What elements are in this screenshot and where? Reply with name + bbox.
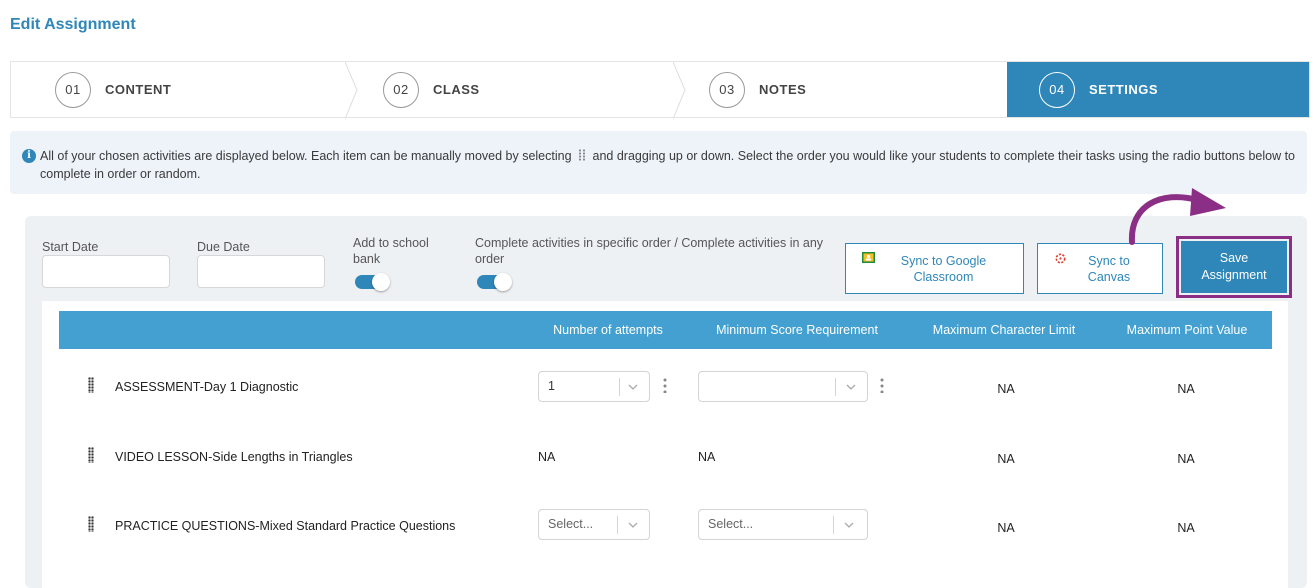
max-char-value: NA	[997, 452, 1015, 466]
attempts-placeholder: Select...	[548, 517, 594, 531]
toggle-knob	[372, 273, 390, 291]
min-score-value: NA	[698, 450, 716, 464]
step-notes[interactable]: 03 NOTES	[681, 62, 1007, 117]
header-min-score: Minimum Score Requirement	[716, 323, 878, 337]
max-char-value: NA	[997, 521, 1015, 535]
sync-canvas-button[interactable]: Sync to Canvas	[1037, 243, 1163, 294]
min-score-select[interactable]: Select...	[698, 509, 868, 540]
activity-name: ASSESSMENT-Day 1 Diagnostic	[115, 380, 299, 394]
school-bank-toggle[interactable]	[355, 273, 390, 291]
step-content[interactable]: 01 CONTENT	[11, 62, 358, 119]
start-date-label: Start Date	[42, 240, 99, 254]
toggle-knob	[494, 273, 512, 291]
activity-name: VIDEO LESSON-Side Lengths in Triangles	[115, 450, 353, 464]
sync-google-label: Sync to Google Classroom	[900, 253, 987, 284]
select-separator	[833, 516, 834, 534]
page-title: Edit Assignment	[10, 16, 136, 33]
step-number: 04	[1039, 71, 1075, 108]
school-bank-label: Add to school bank	[353, 236, 429, 266]
more-options-icon[interactable]	[880, 377, 884, 393]
stepper: 01 CONTENT 02 CLASS 03 NOTES 04 SETTINGS	[10, 61, 1310, 119]
step-label: NOTES	[759, 82, 807, 97]
drag-handle-icon[interactable]	[88, 516, 94, 532]
min-score-select[interactable]	[698, 371, 868, 402]
more-options-icon[interactable]	[663, 377, 667, 393]
due-date-label: Due Date	[197, 240, 250, 254]
header-max-char: Maximum Character Limit	[932, 323, 1076, 337]
sync-google-button[interactable]: Sync to Google Classroom	[845, 243, 1024, 294]
step-number: 01	[55, 71, 91, 108]
activity-name: PRACTICE QUESTIONS-Mixed Standard Practi…	[115, 519, 456, 533]
step-label: CONTENT	[105, 82, 172, 97]
chevron-down-icon	[844, 522, 854, 528]
chevron-down-icon	[628, 384, 638, 390]
step-number: 03	[709, 71, 745, 108]
select-separator	[617, 516, 618, 534]
select-separator	[835, 378, 836, 396]
chevron-down-icon	[628, 522, 638, 528]
min-score-placeholder: Select...	[708, 517, 754, 531]
step-label: SETTINGS	[1089, 82, 1159, 97]
canvas-icon	[1055, 253, 1066, 264]
header-attempts: Number of attempts	[553, 323, 663, 337]
order-label: Complete activities in specific order / …	[475, 236, 824, 266]
attempts-value: 1	[548, 379, 555, 393]
header-max-point: Maximum Point Value	[1126, 323, 1248, 337]
info-text-start: All of your chosen activities are displa…	[40, 149, 572, 163]
attempts-select[interactable]: 1	[538, 371, 650, 402]
step-class[interactable]: 02 CLASS	[353, 62, 686, 119]
step-label: CLASS	[433, 82, 480, 97]
info-icon: i	[22, 149, 36, 163]
activities-table: Number of attempts Minimum Score Require…	[42, 301, 1288, 588]
save-assignment-button[interactable]: Save Assignment	[1181, 241, 1287, 293]
attempts-select[interactable]: Select...	[538, 509, 650, 540]
save-assignment-label: Save Assignment	[1201, 251, 1267, 282]
info-banner: i All of your chosen activities are disp…	[10, 131, 1307, 194]
max-char-value: NA	[997, 382, 1015, 396]
drag-handle-icon[interactable]	[88, 447, 94, 463]
drag-handle-icon	[578, 149, 587, 161]
max-point-value: NA	[1177, 452, 1195, 466]
due-date-input[interactable]	[197, 255, 325, 288]
sync-canvas-label: Sync to Canvas	[1087, 253, 1131, 284]
step-settings[interactable]: 04 SETTINGS	[1007, 62, 1309, 117]
max-point-value: NA	[1177, 521, 1195, 535]
max-point-value: NA	[1177, 382, 1195, 396]
table-header: Number of attempts Minimum Score Require…	[59, 311, 1272, 349]
chevron-down-icon	[846, 384, 856, 390]
curved-arrow-icon	[1128, 188, 1226, 245]
step-number: 02	[383, 71, 419, 108]
start-date-input[interactable]	[42, 255, 170, 288]
order-toggle[interactable]	[477, 273, 512, 291]
select-separator	[619, 378, 620, 396]
google-classroom-icon	[862, 252, 875, 263]
drag-handle-icon[interactable]	[88, 377, 94, 393]
attempts-value: NA	[538, 450, 556, 464]
